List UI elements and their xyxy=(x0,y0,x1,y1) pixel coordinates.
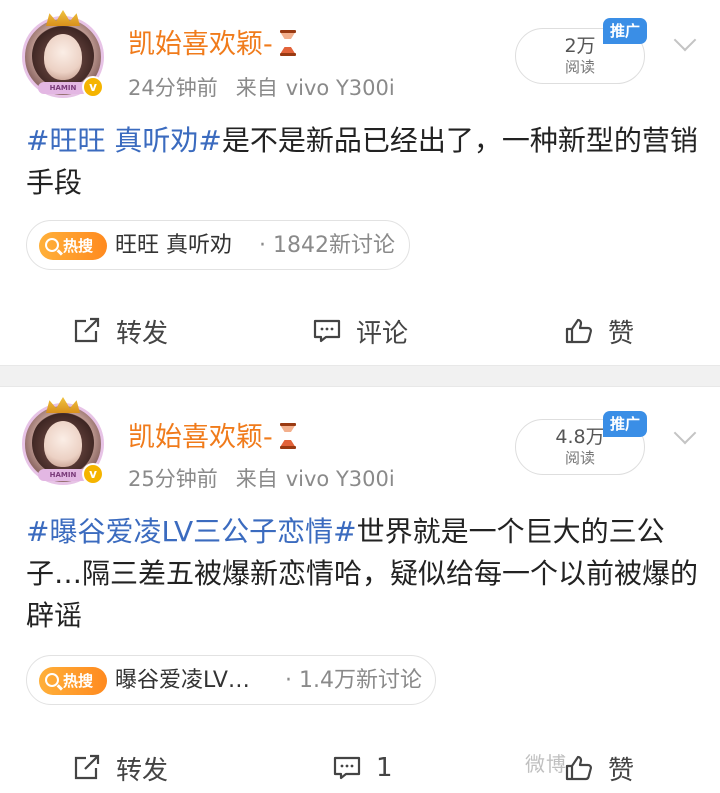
author-name[interactable]: 凯始喜欢颖- xyxy=(128,415,299,454)
source-prefix: 来自 xyxy=(235,76,278,100)
repost-button[interactable]: 转发 xyxy=(72,743,168,793)
source-device: vivo Y300i xyxy=(285,467,395,491)
promo-badge: 推广 xyxy=(603,18,647,44)
read-label: 阅读 xyxy=(564,449,595,467)
topic-link[interactable]: #曝谷爱凌LV三公子恋情# xyxy=(26,515,357,548)
hot-search-count: · 1.4万新讨论 xyxy=(285,668,422,693)
chevron-down-icon[interactable] xyxy=(672,30,698,56)
post-meta: 24分钟前 来自 vivo Y300i xyxy=(128,72,413,102)
post-time: 24分钟前 xyxy=(128,76,218,100)
author-name[interactable]: 凯始喜欢颖- xyxy=(128,22,299,61)
read-label: 阅读 xyxy=(564,58,595,76)
topic-link[interactable]: #旺旺 真听劝# xyxy=(26,124,222,157)
post-time: 25分钟前 xyxy=(128,467,218,491)
hot-search-card[interactable]: 热搜 曝谷爱凌LV… · 1.4万新讨论 xyxy=(26,655,436,705)
action-bar: 转发 评论 赞 xyxy=(0,306,720,356)
avatar[interactable]: HAMIN v xyxy=(22,10,104,98)
hourglass-icon xyxy=(277,30,299,56)
source-prefix: 来自 xyxy=(235,467,278,491)
source-device: vivo Y300i xyxy=(285,76,395,100)
repost-icon xyxy=(72,317,102,345)
hot-search-count: · 1842新讨论 xyxy=(259,233,395,258)
avatar-banner: HAMIN xyxy=(38,82,88,94)
hot-search-card[interactable]: 热搜 旺旺 真听劝 · 1842新讨论 xyxy=(26,220,410,270)
hot-search-badge: 热搜 xyxy=(39,667,107,695)
comment-icon xyxy=(312,317,342,345)
avatar-banner: HAMIN xyxy=(38,469,88,481)
repost-button[interactable]: 转发 xyxy=(72,306,168,356)
hot-search-title: 曝谷爱凌LV… xyxy=(115,668,250,693)
crown-icon xyxy=(46,397,80,413)
comment-button[interactable]: 1 xyxy=(332,743,393,793)
repost-icon xyxy=(72,754,102,782)
weibo-post: HAMIN v 凯始喜欢颖- 24分钟前 来自 vivo Y300i 2万 阅读 推… xyxy=(0,0,720,365)
comment-icon xyxy=(332,754,362,782)
verified-badge-icon: v xyxy=(82,76,104,98)
watermark: 微博 xyxy=(525,752,567,776)
hourglass-icon xyxy=(277,423,299,449)
action-bar: 转发 1 赞 xyxy=(0,743,720,793)
thumbs-up-icon xyxy=(564,317,594,345)
promo-badge: 推广 xyxy=(603,411,647,437)
comment-button[interactable]: 评论 xyxy=(312,306,408,356)
verified-badge-icon: v xyxy=(82,463,104,485)
post-text: #曝谷爱凌LV三公子恋情#世界就是一个巨大的三公子…隔三差五被爆新恋情哈，疑似给… xyxy=(26,511,698,637)
crown-icon xyxy=(46,10,80,26)
weibo-post: HAMIN v 凯始喜欢颖- 25分钟前 来自 vivo Y300i 4.8万 阅读… xyxy=(0,387,720,791)
post-divider xyxy=(0,365,720,387)
hot-search-badge: 热搜 xyxy=(39,232,107,260)
hot-search-title: 旺旺 真听劝 xyxy=(115,233,232,258)
avatar[interactable]: HAMIN v xyxy=(22,397,104,485)
like-button[interactable]: 赞 xyxy=(564,306,634,356)
like-button[interactable]: 赞 xyxy=(564,743,634,793)
post-text: #旺旺 真听劝#是不是新品已经出了，一种新型的营销手段 xyxy=(26,120,698,204)
thumbs-up-icon xyxy=(564,754,594,782)
chevron-down-icon[interactable] xyxy=(672,423,698,449)
post-meta: 25分钟前 来自 vivo Y300i xyxy=(128,463,413,493)
